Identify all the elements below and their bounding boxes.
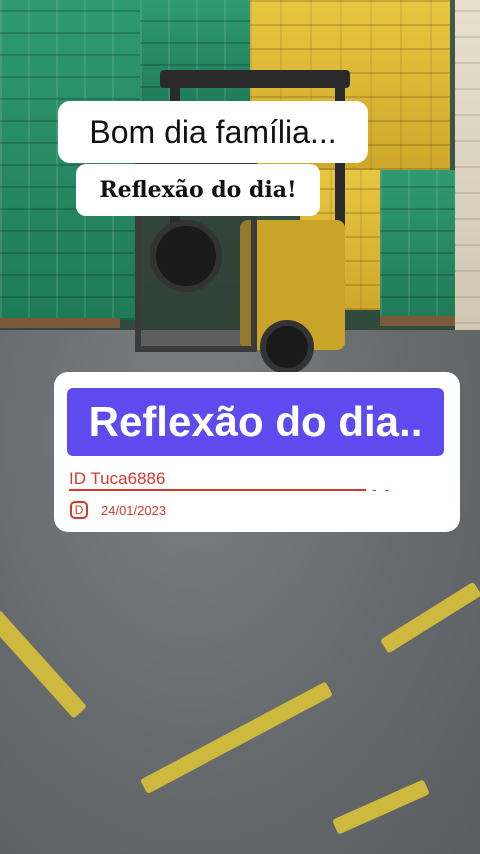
subtitle-caption: Reflexão do dia! (76, 164, 320, 216)
pallet-stack (455, 0, 480, 350)
post-date: 24/01/2023 (101, 503, 167, 518)
dash-marks: - - (372, 481, 392, 497)
pallet-stack (380, 170, 460, 320)
photo-scene: Bom dia família... Reflexão do dia! Refl… (0, 0, 480, 854)
forklift-roof (160, 70, 350, 88)
pallet (380, 316, 455, 326)
reflection-card: Reflexão do dia.. ID Tuca6886 - - D 24/0… (54, 372, 460, 532)
forklift-wheel (260, 320, 314, 374)
id-underline (69, 489, 366, 491)
pallet (0, 318, 120, 328)
date-badge-icon: D (70, 501, 88, 519)
forklift-wheel (150, 220, 222, 292)
user-id-label: ID Tuca6886 (69, 469, 166, 488)
reflection-title: Reflexão do dia.. (67, 388, 444, 456)
greeting-caption: Bom dia família... (58, 101, 368, 163)
